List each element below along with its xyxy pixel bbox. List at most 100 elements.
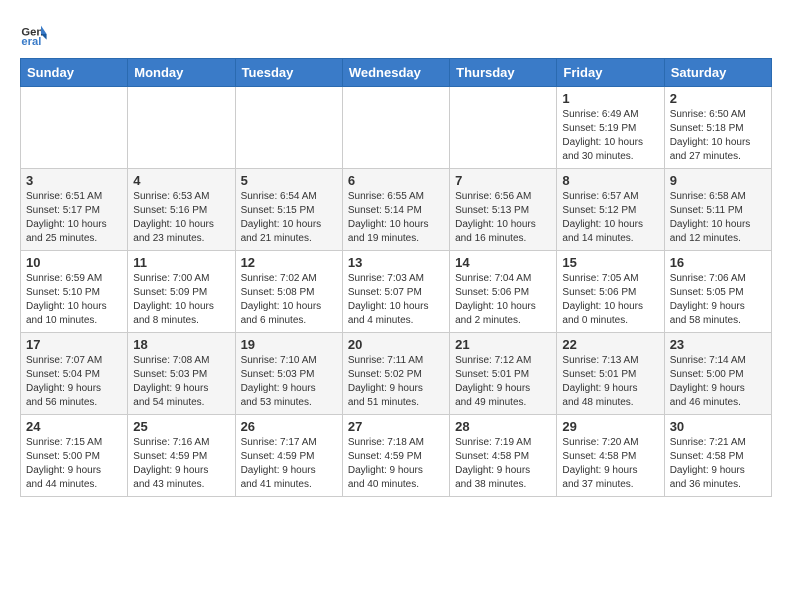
table-row: 14 Sunrise: 7:04 AM Sunset: 5:06 PM Dayli… xyxy=(450,251,557,333)
table-row: 2 Sunrise: 6:50 AM Sunset: 5:18 PM Daylig… xyxy=(664,87,771,169)
table-row: 30 Sunrise: 7:21 AM Sunset: 4:58 PM Dayli… xyxy=(664,415,771,497)
day-info: Sunrise: 6:57 AM Sunset: 5:12 PM Dayligh… xyxy=(562,190,658,246)
day-number: 21 xyxy=(455,337,551,352)
day-info: Sunrise: 7:05 AM Sunset: 5:06 PM Dayligh… xyxy=(562,272,658,328)
day-number: 29 xyxy=(562,419,658,434)
table-row: 16 Sunrise: 7:06 AM Sunset: 5:05 PM Dayli… xyxy=(664,251,771,333)
day-info: Sunrise: 7:12 AM Sunset: 5:01 PM Dayligh… xyxy=(455,354,551,410)
day-info: Sunrise: 7:13 AM Sunset: 5:01 PM Dayligh… xyxy=(562,354,658,410)
day-info: Sunrise: 6:58 AM Sunset: 5:11 PM Dayligh… xyxy=(670,190,766,246)
day-number: 12 xyxy=(241,255,337,270)
day-number: 20 xyxy=(348,337,444,352)
table-row: 10 Sunrise: 6:59 AM Sunset: 5:10 PM Dayli… xyxy=(21,251,128,333)
svg-text:eral: eral xyxy=(21,36,41,48)
day-info: Sunrise: 7:21 AM Sunset: 4:58 PM Dayligh… xyxy=(670,436,766,492)
table-row xyxy=(128,87,235,169)
day-number: 28 xyxy=(455,419,551,434)
calendar-week-2: 3 Sunrise: 6:51 AM Sunset: 5:17 PM Daylig… xyxy=(21,169,772,251)
logo-icon: Gen eral xyxy=(20,20,48,48)
day-info: Sunrise: 7:02 AM Sunset: 5:08 PM Dayligh… xyxy=(241,272,337,328)
table-row: 18 Sunrise: 7:08 AM Sunset: 5:03 PM Dayli… xyxy=(128,333,235,415)
table-row: 23 Sunrise: 7:14 AM Sunset: 5:00 PM Dayli… xyxy=(664,333,771,415)
table-row: 15 Sunrise: 7:05 AM Sunset: 5:06 PM Dayli… xyxy=(557,251,664,333)
page-header: Gen eral xyxy=(20,20,772,48)
day-number: 22 xyxy=(562,337,658,352)
day-info: Sunrise: 7:20 AM Sunset: 4:58 PM Dayligh… xyxy=(562,436,658,492)
day-info: Sunrise: 7:08 AM Sunset: 5:03 PM Dayligh… xyxy=(133,354,229,410)
table-row: 11 Sunrise: 7:00 AM Sunset: 5:09 PM Dayli… xyxy=(128,251,235,333)
day-info: Sunrise: 7:06 AM Sunset: 5:05 PM Dayligh… xyxy=(670,272,766,328)
day-info: Sunrise: 6:51 AM Sunset: 5:17 PM Dayligh… xyxy=(26,190,122,246)
table-row xyxy=(450,87,557,169)
table-row: 19 Sunrise: 7:10 AM Sunset: 5:03 PM Dayli… xyxy=(235,333,342,415)
day-number: 30 xyxy=(670,419,766,434)
day-info: Sunrise: 7:18 AM Sunset: 4:59 PM Dayligh… xyxy=(348,436,444,492)
day-number: 16 xyxy=(670,255,766,270)
table-row xyxy=(21,87,128,169)
weekday-header-monday: Monday xyxy=(128,59,235,87)
weekday-header-thursday: Thursday xyxy=(450,59,557,87)
table-row: 27 Sunrise: 7:18 AM Sunset: 4:59 PM Dayli… xyxy=(342,415,449,497)
weekday-header-friday: Friday xyxy=(557,59,664,87)
day-info: Sunrise: 6:55 AM Sunset: 5:14 PM Dayligh… xyxy=(348,190,444,246)
day-number: 15 xyxy=(562,255,658,270)
calendar-week-1: 1Sunrise: 6:49 AM Sunset: 5:19 PM Daylig… xyxy=(21,87,772,169)
day-info: Sunrise: 7:10 AM Sunset: 5:03 PM Dayligh… xyxy=(241,354,337,410)
calendar-week-5: 24 Sunrise: 7:15 AM Sunset: 5:00 PM Dayli… xyxy=(21,415,772,497)
day-number: 23 xyxy=(670,337,766,352)
day-number: 7 xyxy=(455,173,551,188)
day-info: Sunrise: 7:11 AM Sunset: 5:02 PM Dayligh… xyxy=(348,354,444,410)
table-row: 22 Sunrise: 7:13 AM Sunset: 5:01 PM Dayli… xyxy=(557,333,664,415)
table-row: 4Sunrise: 6:53 AM Sunset: 5:16 PM Daylig… xyxy=(128,169,235,251)
table-row: 28 Sunrise: 7:19 AM Sunset: 4:58 PM Dayli… xyxy=(450,415,557,497)
day-number: 4 xyxy=(133,173,229,188)
day-number: 3 xyxy=(26,173,122,188)
table-row: 29 Sunrise: 7:20 AM Sunset: 4:58 PM Dayli… xyxy=(557,415,664,497)
day-number: 9 xyxy=(670,173,766,188)
calendar-week-4: 17 Sunrise: 7:07 AM Sunset: 5:04 PM Dayli… xyxy=(21,333,772,415)
day-info: Sunrise: 7:07 AM Sunset: 5:04 PM Dayligh… xyxy=(26,354,122,410)
day-info: Sunrise: 6:59 AM Sunset: 5:10 PM Dayligh… xyxy=(26,272,122,328)
logo: Gen eral xyxy=(20,20,52,48)
day-number: 5 xyxy=(241,173,337,188)
day-number: 18 xyxy=(133,337,229,352)
day-number: 11 xyxy=(133,255,229,270)
table-row: 26 Sunrise: 7:17 AM Sunset: 4:59 PM Dayli… xyxy=(235,415,342,497)
day-number: 24 xyxy=(26,419,122,434)
day-info: Sunrise: 7:00 AM Sunset: 5:09 PM Dayligh… xyxy=(133,272,229,328)
day-number: 27 xyxy=(348,419,444,434)
day-info: Sunrise: 6:56 AM Sunset: 5:13 PM Dayligh… xyxy=(455,190,551,246)
table-row: 25Sunrise: 7:16 AM Sunset: 4:59 PM Dayli… xyxy=(128,415,235,497)
table-row: 24 Sunrise: 7:15 AM Sunset: 5:00 PM Dayli… xyxy=(21,415,128,497)
day-info: Sunrise: 7:04 AM Sunset: 5:06 PM Dayligh… xyxy=(455,272,551,328)
day-number: 2 xyxy=(670,91,766,106)
day-number: 17 xyxy=(26,337,122,352)
table-row: 7 Sunrise: 6:56 AM Sunset: 5:13 PM Daylig… xyxy=(450,169,557,251)
day-info: Sunrise: 7:03 AM Sunset: 5:07 PM Dayligh… xyxy=(348,272,444,328)
day-info: Sunrise: 7:15 AM Sunset: 5:00 PM Dayligh… xyxy=(26,436,122,492)
table-row: 8Sunrise: 6:57 AM Sunset: 5:12 PM Daylig… xyxy=(557,169,664,251)
day-number: 19 xyxy=(241,337,337,352)
day-number: 6 xyxy=(348,173,444,188)
table-row: 13 Sunrise: 7:03 AM Sunset: 5:07 PM Dayli… xyxy=(342,251,449,333)
table-row: 9 Sunrise: 6:58 AM Sunset: 5:11 PM Daylig… xyxy=(664,169,771,251)
day-number: 25 xyxy=(133,419,229,434)
weekday-header-tuesday: Tuesday xyxy=(235,59,342,87)
day-number: 26 xyxy=(241,419,337,434)
table-row: 6 Sunrise: 6:55 AM Sunset: 5:14 PM Daylig… xyxy=(342,169,449,251)
day-info: Sunrise: 7:14 AM Sunset: 5:00 PM Dayligh… xyxy=(670,354,766,410)
day-info: Sunrise: 6:50 AM Sunset: 5:18 PM Dayligh… xyxy=(670,108,766,164)
day-number: 13 xyxy=(348,255,444,270)
calendar-table: SundayMondayTuesdayWednesdayThursdayFrid… xyxy=(20,58,772,497)
day-info: Sunrise: 6:49 AM Sunset: 5:19 PM Dayligh… xyxy=(562,108,658,164)
weekday-header-wednesday: Wednesday xyxy=(342,59,449,87)
day-info: Sunrise: 7:19 AM Sunset: 4:58 PM Dayligh… xyxy=(455,436,551,492)
table-row: 20 Sunrise: 7:11 AM Sunset: 5:02 PM Dayli… xyxy=(342,333,449,415)
day-info: Sunrise: 7:17 AM Sunset: 4:59 PM Dayligh… xyxy=(241,436,337,492)
day-number: 10 xyxy=(26,255,122,270)
table-row: 1Sunrise: 6:49 AM Sunset: 5:19 PM Daylig… xyxy=(557,87,664,169)
table-row: 5Sunrise: 6:54 AM Sunset: 5:15 PM Daylig… xyxy=(235,169,342,251)
day-number: 14 xyxy=(455,255,551,270)
weekday-header-sunday: Sunday xyxy=(21,59,128,87)
weekday-header-saturday: Saturday xyxy=(664,59,771,87)
